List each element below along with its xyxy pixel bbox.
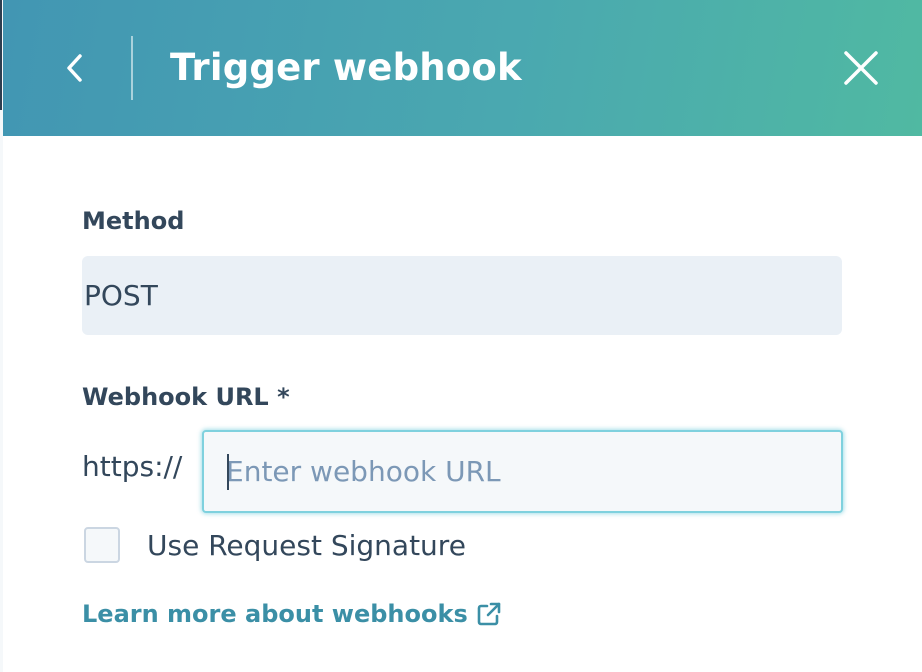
learn-more-label: Learn more about webhooks: [82, 600, 468, 628]
webhook-url-input[interactable]: [202, 430, 843, 513]
request-signature-row[interactable]: Use Request Signature: [84, 525, 466, 565]
panel-header: Trigger webhook: [3, 0, 922, 136]
request-signature-checkbox[interactable]: [84, 527, 120, 563]
text-cursor: [227, 454, 229, 490]
method-label: Method: [82, 207, 185, 235]
method-value: POST: [84, 279, 158, 312]
request-signature-label: Use Request Signature: [147, 528, 466, 562]
webhook-url-label: Webhook URL *: [82, 383, 290, 411]
panel-title: Trigger webhook: [170, 46, 522, 89]
close-button[interactable]: [833, 40, 889, 96]
external-link-icon: [476, 601, 502, 627]
method-field: POST: [82, 256, 842, 335]
learn-more-link[interactable]: Learn more about webhooks: [82, 597, 502, 631]
left-edge-accent: [0, 0, 2, 110]
close-icon: [844, 51, 878, 85]
chevron-left-icon: [67, 54, 82, 82]
header-divider: [131, 36, 133, 100]
url-prefix: https://: [82, 450, 183, 483]
back-button[interactable]: [51, 42, 99, 94]
